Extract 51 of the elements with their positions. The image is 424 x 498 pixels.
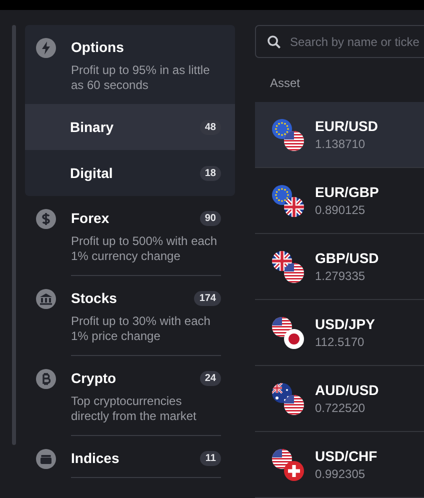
flag-pair-icon xyxy=(271,382,305,416)
asset-name: USD/CHF xyxy=(315,448,378,464)
asset-row[interactable]: EUR/GBP 0.890125 xyxy=(255,168,424,234)
category-title[interactable]: Indices xyxy=(71,450,120,466)
search-field[interactable]: Search by name or ticke xyxy=(255,25,424,58)
category-description: Profit up to 30% with each 1% price change xyxy=(71,314,212,344)
asset-row[interactable]: USD/CHF 0.992305 xyxy=(255,432,424,498)
category-title[interactable]: Crypto xyxy=(71,370,116,386)
category-description: Profit up to 500% with each 1% currency change xyxy=(71,234,218,264)
count-badge: 11 xyxy=(200,450,221,466)
asset-name: AUD/USD xyxy=(315,382,379,398)
count-badge: 24 xyxy=(200,370,221,386)
scrollbar[interactable] xyxy=(12,25,16,445)
box-icon xyxy=(36,449,56,469)
column-header: Asset xyxy=(269,75,302,92)
category-description: Profit up to 95% in as little as 60 seconds xyxy=(71,63,211,93)
flag-pair-icon xyxy=(271,118,305,152)
dollar-icon xyxy=(36,209,56,229)
count-badge: 48 xyxy=(200,120,221,134)
bitcoin-icon xyxy=(36,369,56,389)
asset-name: EUR/USD xyxy=(315,118,378,134)
category-title[interactable]: Forex xyxy=(71,210,110,226)
category-title[interactable]: Stocks xyxy=(71,290,117,306)
lightning-icon xyxy=(36,38,56,58)
subcategory-item[interactable]: Digital 18 xyxy=(25,150,235,196)
asset-row[interactable]: EUR/USD 1.138710 xyxy=(255,102,424,168)
flag-pair-icon xyxy=(271,250,305,284)
asset-price: 1.279335 xyxy=(315,269,366,283)
flag-pair-icon xyxy=(271,316,305,350)
asset-price: 0.722520 xyxy=(315,401,366,415)
asset-price: 0.890125 xyxy=(315,203,366,217)
subcategory-item[interactable]: Binary 48 xyxy=(25,104,235,150)
asset-price: 1.138710 xyxy=(315,137,366,151)
count-badge: 90 xyxy=(200,210,221,226)
asset-name: USD/JPY xyxy=(315,316,375,332)
asset-name: GBP/USD xyxy=(315,250,379,266)
count-badge: 174 xyxy=(194,290,221,306)
asset-price: 0.992305 xyxy=(315,467,366,481)
count-badge: 18 xyxy=(200,166,221,180)
flag-pair-icon xyxy=(271,448,305,482)
bank-icon xyxy=(36,289,56,309)
asset-row[interactable]: GBP/USD 1.279335 xyxy=(255,234,424,300)
asset-row[interactable]: USD/JPY 112.5170 xyxy=(255,300,424,366)
asset-row[interactable]: AUD/USD 0.722520 xyxy=(255,366,424,432)
search-input[interactable]: Search by name or ticke xyxy=(290,34,424,48)
flag-pair-icon xyxy=(271,184,305,218)
category-title[interactable]: Options xyxy=(71,39,124,55)
category-description: Top cryptocurrencies directly from the market xyxy=(71,394,198,424)
search-icon xyxy=(267,34,281,48)
asset-name: EUR/GBP xyxy=(315,184,379,200)
asset-price: 112.5170 xyxy=(315,335,366,349)
